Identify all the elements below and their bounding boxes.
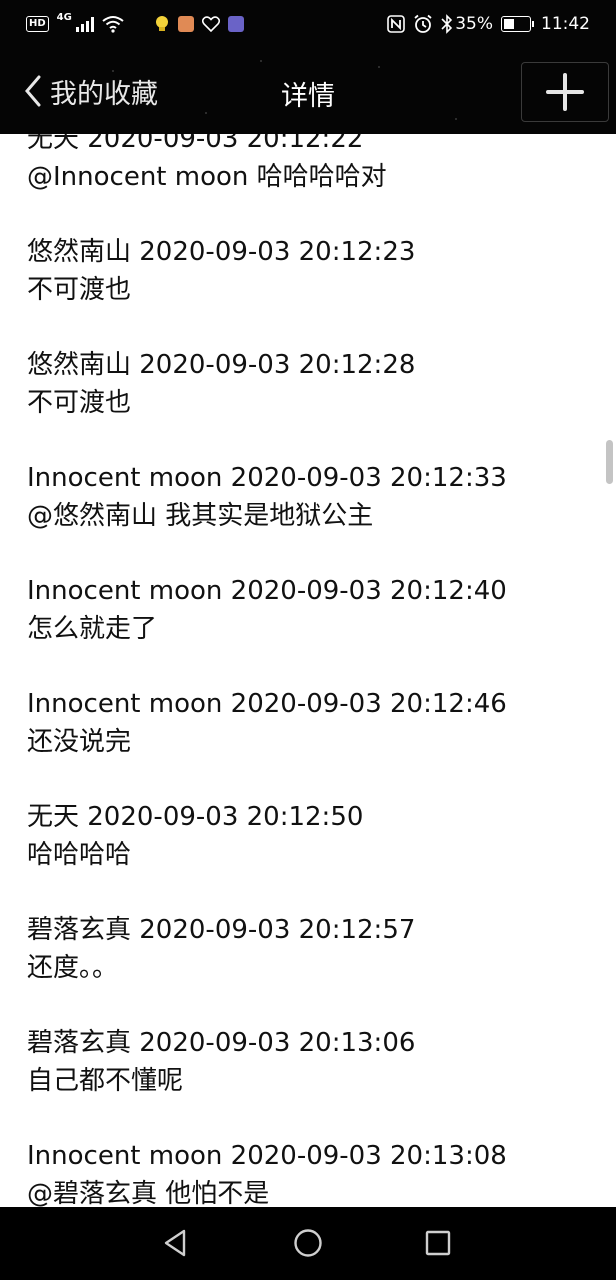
network-type: 4G <box>56 12 72 23</box>
message-body: 不可渡也 <box>27 275 132 305</box>
top-bar: HD 4G 35% 11:42 我的收藏 详情 <box>0 0 616 134</box>
status-bar: HD 4G 35% 11:42 <box>0 0 616 48</box>
message-body: 自己都不懂呢 <box>27 1066 184 1096</box>
message-header: Innocent moon 2020-09-03 20:13:08 <box>27 1141 507 1171</box>
message-body: @Innocent moon 哈哈哈哈对 <box>27 162 387 192</box>
recents-square-icon <box>425 1230 451 1256</box>
orange-app-icon <box>177 16 194 32</box>
message-body: @碧落玄真 他怕不是 <box>27 1179 270 1207</box>
bulb-icon <box>155 16 168 31</box>
app-header: 我的收藏 详情 <box>0 48 616 134</box>
add-button[interactable] <box>521 62 609 122</box>
heart-icon <box>201 16 220 32</box>
message-body: 哈哈哈哈 <box>27 840 132 870</box>
hd-badge: HD <box>26 16 49 32</box>
message-header: 无天 2020-09-03 20:12:22 <box>27 134 364 154</box>
message-header: Innocent moon 2020-09-03 20:12:33 <box>27 463 507 493</box>
message-body: 怎么就走了 <box>27 614 158 644</box>
wifi-icon <box>102 16 124 33</box>
message-header: 碧落玄真 2020-09-03 20:12:57 <box>27 915 416 945</box>
purple-app-icon <box>227 16 244 32</box>
nfc-icon <box>387 15 406 33</box>
bluetooth-icon <box>441 14 453 34</box>
status-time: 11:42 <box>541 14 590 34</box>
message-body: 还没说完 <box>27 727 132 757</box>
message-header: 悠然南山 2020-09-03 20:12:28 <box>27 350 416 380</box>
message-header: 无天 2020-09-03 20:12:50 <box>27 802 364 832</box>
nav-recents-button[interactable] <box>420 1225 456 1261</box>
message-header: Innocent moon 2020-09-03 20:12:40 <box>27 576 507 606</box>
nav-back-button[interactable] <box>158 1225 194 1261</box>
message-header: 碧落玄真 2020-09-03 20:13:06 <box>27 1028 416 1058</box>
home-circle-icon <box>294 1229 322 1257</box>
plus-icon <box>546 73 584 111</box>
chat-record-content[interactable]: 无天 2020-09-03 20:12:22 @Innocent moon 哈哈… <box>0 134 616 1207</box>
message-body: @悠然南山 我其实是地狱公主 <box>27 501 374 531</box>
back-triangle-icon <box>164 1229 186 1257</box>
signal-icon <box>75 16 94 32</box>
status-right: 35% 11:42 <box>387 12 590 36</box>
scrollbar-thumb[interactable] <box>606 440 613 484</box>
nav-home-button[interactable] <box>290 1225 326 1261</box>
battery-icon <box>501 16 534 32</box>
message-header: 悠然南山 2020-09-03 20:12:23 <box>27 237 416 267</box>
battery-percent: 35% <box>455 14 493 34</box>
message-header: Innocent moon 2020-09-03 20:12:46 <box>27 689 507 719</box>
message-body: 不可渡也 <box>27 388 132 418</box>
alarm-icon <box>414 14 432 33</box>
status-left: HD 4G <box>26 12 244 36</box>
message-body: 还度。。 <box>27 953 119 983</box>
system-nav-bar <box>0 1207 616 1280</box>
